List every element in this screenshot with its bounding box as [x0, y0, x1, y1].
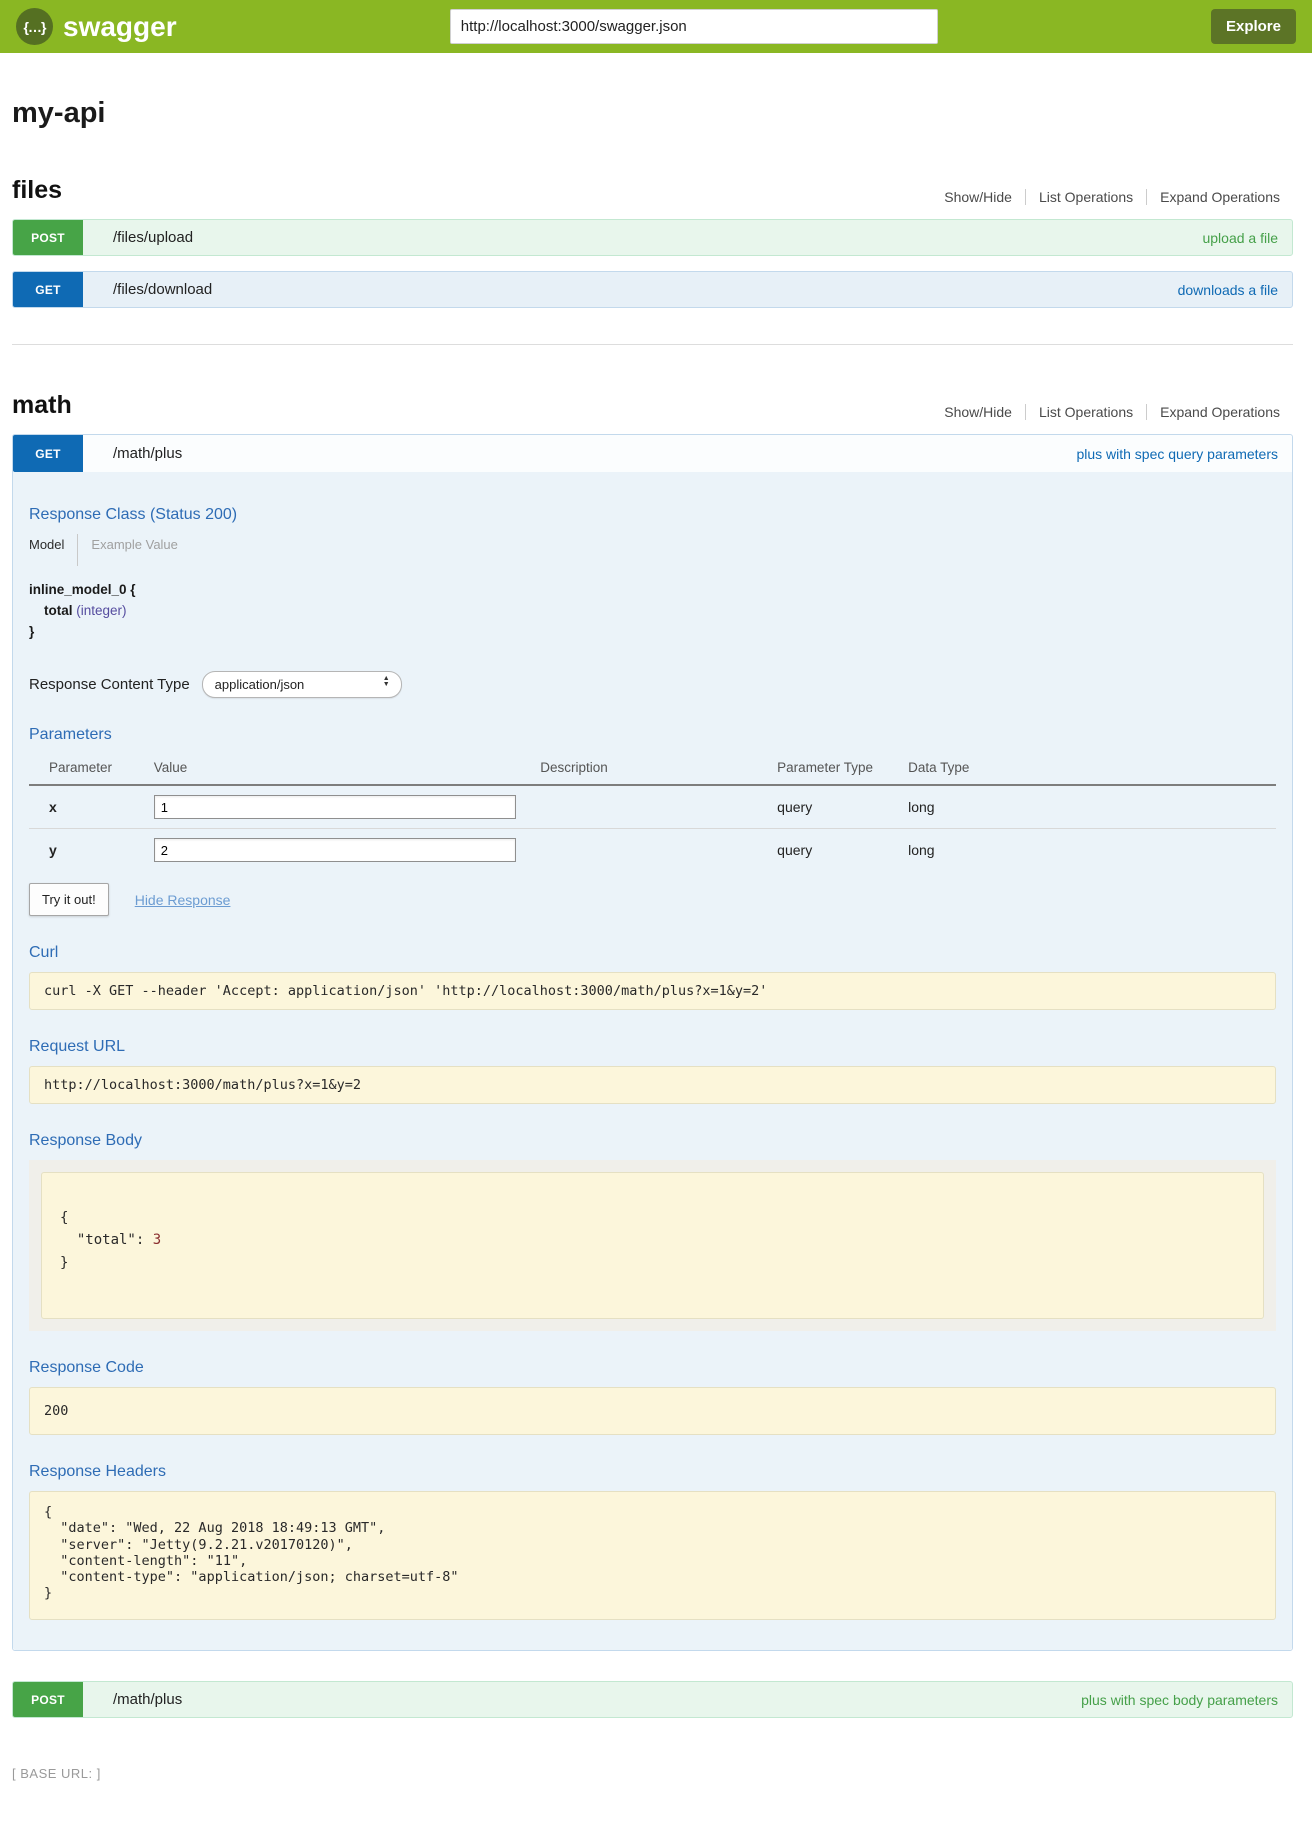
section-controls: Show/Hide List Operations Expand Operati… [931, 404, 1293, 420]
operation-path[interactable]: /math/plus [113, 445, 182, 462]
base-url-footer: [ BASE URL: ] [12, 1766, 1312, 1827]
header-bar: {…} swagger Explore [0, 0, 1312, 53]
section-controls: Show/Hide List Operations Expand Operati… [931, 189, 1293, 205]
operation-path[interactable]: /files/download [113, 281, 212, 298]
col-description: Description [540, 754, 777, 785]
select-arrows-icon: ▲ ▼ [383, 676, 390, 688]
model-signature: inline_model_0 { total (integer) } [29, 582, 1276, 639]
json-text: } [60, 1255, 68, 1271]
operation-summary[interactable]: upload a file [1202, 230, 1278, 246]
brand-title: swagger [63, 11, 177, 43]
data-type-cell: long [908, 829, 1276, 872]
response-body-heading: Response Body [29, 1132, 1276, 1150]
response-content-type-row: Response Content Type application/json ▲… [29, 671, 1276, 698]
braces-icon: {…} [16, 8, 53, 45]
col-parameter: Parameter [29, 754, 154, 785]
response-body-wrap: { "total": 3 } [29, 1160, 1276, 1331]
try-row: Try it out! Hide Response [29, 883, 1276, 916]
response-headers: { "date": "Wed, 22 Aug 2018 18:49:13 GMT… [29, 1491, 1276, 1620]
property-type: (integer) [76, 603, 126, 618]
operation-path[interactable]: /files/upload [113, 229, 193, 246]
section-title-math: math [12, 391, 72, 420]
section-divider [12, 344, 1293, 345]
header-center [177, 9, 1211, 44]
tab-model[interactable]: Model [29, 534, 77, 552]
content-type-selected-value: application/json [215, 677, 305, 692]
response-content-type-label: Response Content Type [29, 676, 190, 693]
model-tabs: Model Example Value [29, 534, 1276, 566]
parameter-row-x: x query long [29, 785, 1276, 829]
response-class-heading: Response Class (Status 200) [29, 506, 1276, 524]
show-hide-link[interactable]: Show/Hide [931, 189, 1025, 205]
parameters-table: Parameter Value Description Parameter Ty… [29, 754, 1276, 871]
try-it-out-button[interactable]: Try it out! [29, 883, 109, 916]
curl-heading: Curl [29, 944, 1276, 962]
api-url-input[interactable] [450, 9, 938, 44]
math-section-header: math Show/Hide List Operations Expand Op… [12, 391, 1293, 420]
param-description-cell [540, 785, 777, 829]
param-description-cell [540, 829, 777, 872]
response-code: 200 [29, 1387, 1276, 1435]
param-name-cell: y [29, 829, 154, 872]
operation-summary[interactable]: downloads a file [1178, 282, 1278, 298]
col-parameter-type: Parameter Type [777, 754, 908, 785]
section-title-files: files [12, 176, 62, 205]
request-url-heading: Request URL [29, 1038, 1276, 1056]
operation-row-math-plus-post[interactable]: POST /math/plus plus with spec body para… [12, 1681, 1293, 1718]
model-name: inline_model_0 { [29, 582, 1276, 597]
col-value: Value [154, 754, 541, 785]
model-close-brace: } [29, 624, 1276, 639]
parameter-row-y: y query long [29, 829, 1276, 872]
json-number-value: 3 [153, 1232, 161, 1248]
method-badge-post: POST [13, 1682, 83, 1717]
operation-row-files-upload[interactable]: POST /files/upload upload a file [12, 219, 1293, 256]
hide-response-link[interactable]: Hide Response [135, 892, 231, 908]
model-property: total (integer) [29, 603, 1276, 618]
files-section-header: files Show/Hide List Operations Expand O… [12, 176, 1293, 205]
operation-summary[interactable]: plus with spec body parameters [1081, 1692, 1278, 1708]
content-type-select[interactable]: application/json ▲ ▼ [202, 671, 402, 698]
main-content: my-api files Show/Hide List Operations E… [12, 97, 1293, 1718]
parameters-header-row: Parameter Value Description Parameter Ty… [29, 754, 1276, 785]
operation-box-math-plus-get: GET /math/plus plus with spec query para… [12, 434, 1293, 1651]
method-badge-get: GET [13, 435, 83, 472]
param-type-cell: query [777, 785, 908, 829]
operation-path[interactable]: /math/plus [113, 1691, 182, 1708]
operation-summary[interactable]: plus with spec query parameters [1076, 446, 1278, 462]
param-type-cell: query [777, 829, 908, 872]
arrow-down-icon: ▼ [383, 682, 390, 688]
parameters-heading: Parameters [29, 726, 1276, 744]
request-url-value: http://localhost:3000/math/plus?x=1&y=2 [29, 1066, 1276, 1104]
operation-heading[interactable]: GET /math/plus plus with spec query para… [13, 435, 1292, 472]
param-name-cell: x [29, 785, 154, 829]
method-badge-get: GET [13, 272, 83, 307]
response-body: { "total": 3 } [41, 1172, 1264, 1319]
explore-button[interactable]: Explore [1211, 9, 1296, 44]
list-operations-link[interactable]: List Operations [1026, 189, 1146, 205]
operation-content: Response Class (Status 200) Model Exampl… [13, 472, 1292, 1650]
json-text: { "total": [60, 1210, 153, 1248]
tab-example-value[interactable]: Example Value [78, 534, 190, 552]
response-code-heading: Response Code [29, 1359, 1276, 1377]
list-operations-link[interactable]: List Operations [1026, 404, 1146, 420]
operation-row-files-download[interactable]: GET /files/download downloads a file [12, 271, 1293, 308]
col-data-type: Data Type [908, 754, 1276, 785]
response-headers-heading: Response Headers [29, 1463, 1276, 1481]
property-name: total [44, 603, 73, 618]
curl-command: curl -X GET --header 'Accept: applicatio… [29, 972, 1276, 1010]
param-value-input-y[interactable] [154, 838, 516, 862]
show-hide-link[interactable]: Show/Hide [931, 404, 1025, 420]
expand-operations-link[interactable]: Expand Operations [1147, 404, 1293, 420]
data-type-cell: long [908, 785, 1276, 829]
method-badge-post: POST [13, 220, 83, 255]
param-value-input-x[interactable] [154, 795, 516, 819]
swagger-logo[interactable]: {…} swagger [16, 8, 177, 45]
page-title: my-api [12, 97, 1293, 130]
expand-operations-link[interactable]: Expand Operations [1147, 189, 1293, 205]
